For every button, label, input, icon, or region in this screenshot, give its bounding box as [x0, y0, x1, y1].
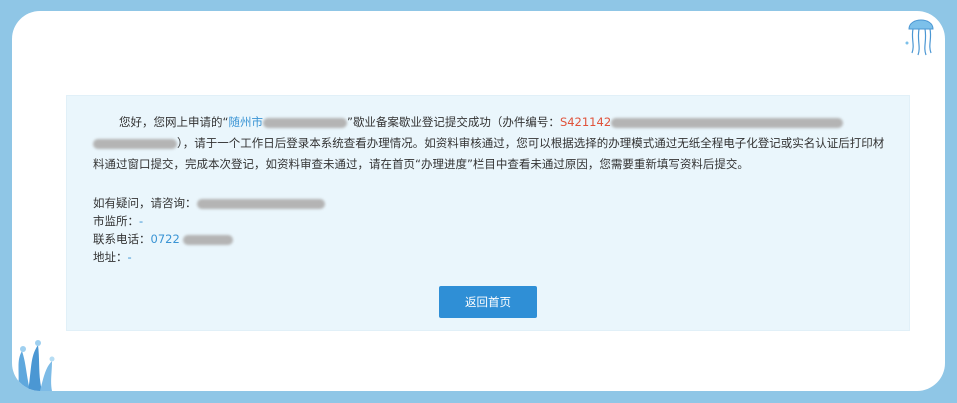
message-status: 歇业备案歇业登记提交成功（办件编号： [352, 115, 560, 129]
bureau-row: 市监所：- [93, 214, 144, 228]
message-greeting: 您好，您网上申请的 [119, 115, 223, 129]
phone-row: 联系电话：0722 [93, 230, 325, 248]
main-card: 您好，您网上申请的“随州市 ”歇业备案歇业登记提交成功（办件编号：S421142）… [12, 11, 945, 391]
jellyfish-decoration-icon [905, 19, 934, 56]
coral-decoration-icon [18, 340, 55, 391]
back-to-home-button[interactable]: 返回首页 [439, 286, 537, 318]
consult-row: 如有疑问，请咨询： [93, 194, 325, 212]
redacted-phone [182, 234, 233, 245]
redacted-business-name [262, 117, 347, 128]
redacted-consult [196, 198, 325, 209]
address-row: 地址：- [93, 250, 132, 264]
redacted-case-number [611, 117, 844, 128]
contact-info: 如有疑问，请咨询： 市监所：- 联系电话：0722 地址：- [93, 194, 325, 266]
result-panel: 您好，您网上申请的“随州市 ”歇业备案歇业登记提交成功（办件编号：S421142）… [66, 95, 910, 331]
submit-result-message: 您好，您网上申请的“随州市 ”歇业备案歇业登记提交成功（办件编号：S421142）… [93, 115, 885, 171]
business-name-link[interactable]: 随州市 [228, 115, 347, 129]
message-instructions: ），请于一个工作日后登录本系统查看办理情况。如资料审核通过，您可以根据选择的办理… [93, 136, 885, 171]
